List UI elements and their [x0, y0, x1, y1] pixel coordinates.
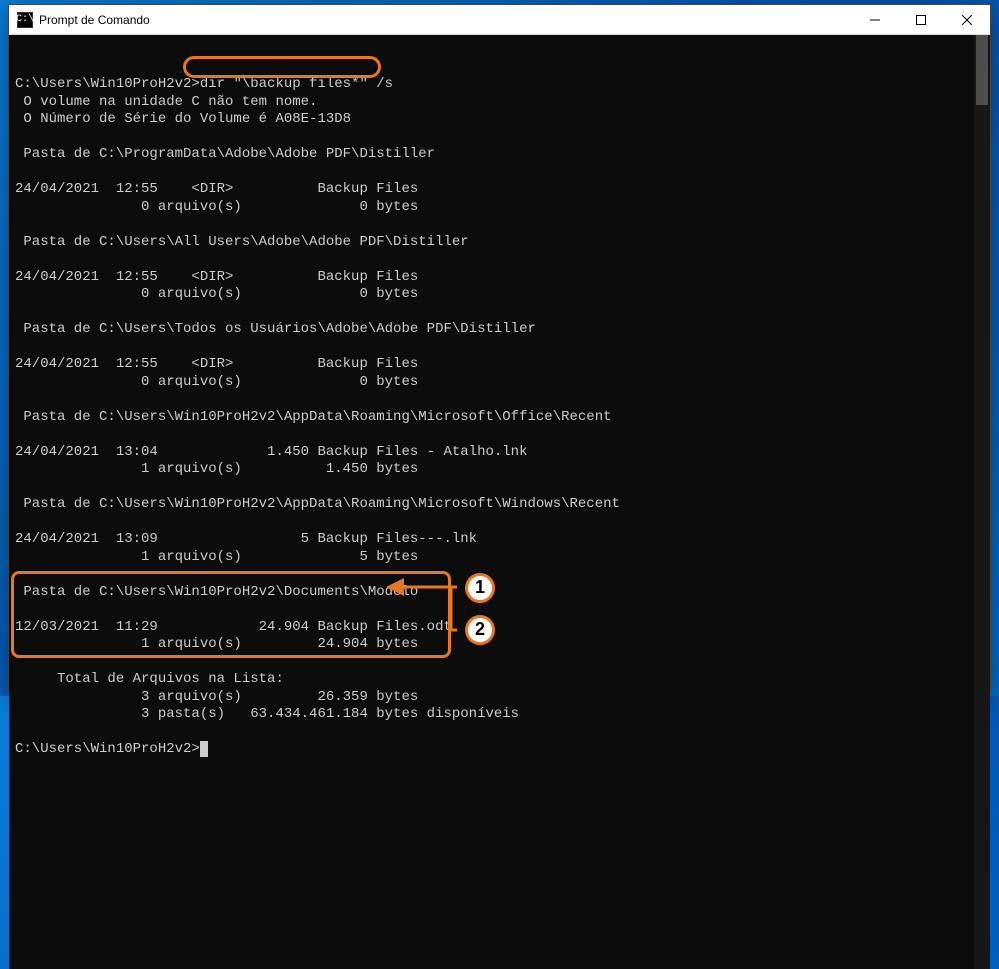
blank-line — [15, 426, 23, 442]
blank-line — [15, 566, 23, 582]
output-line: O Número de Série do Volume é A08E-13D8 — [15, 111, 351, 127]
terminal-area: C:\Users\Win10ProH2v2>dir "\backup files… — [9, 35, 990, 969]
blank-line — [15, 59, 23, 75]
terminal-output[interactable]: C:\Users\Win10ProH2v2>dir "\backup files… — [9, 35, 974, 969]
output-line: Pasta de C:\Users\Win10ProH2v2\AppData\R… — [15, 409, 612, 425]
output-line: 24/04/2021 12:55 <DIR> Backup Files — [15, 181, 418, 197]
output-line: 0 arquivo(s) 0 bytes — [15, 374, 418, 390]
blank-line — [15, 216, 23, 232]
blank-line — [15, 601, 23, 617]
blank-line — [15, 479, 23, 495]
window-title: Prompt de Comando — [39, 13, 150, 27]
blank-line — [15, 129, 23, 145]
close-button[interactable] — [944, 5, 990, 35]
output-line: 1 arquivo(s) 1.450 bytes — [15, 461, 418, 477]
output-line: Pasta de C:\Users\Win10ProH2v2\AppData\R… — [15, 496, 620, 512]
output-line: Pasta de C:\Users\All Users\Adobe\Adobe … — [15, 234, 469, 250]
close-icon — [962, 15, 972, 25]
blank-line — [15, 164, 23, 180]
output-line: O volume na unidade C não tem nome. — [15, 94, 317, 110]
output-line: 0 arquivo(s) 0 bytes — [15, 199, 418, 215]
output-line: 24/04/2021 13:04 1.450 Backup Files - At… — [15, 444, 527, 460]
output-line: 24/04/2021 13:09 5 Backup Files---.lnk — [15, 531, 477, 547]
typed-command: dir "\backup files*" /s — [200, 76, 393, 92]
output-line: 12/03/2021 11:29 24.904 Backup Files.odt — [15, 619, 452, 635]
minimize-button[interactable] — [852, 5, 898, 35]
output-line: 3 arquivo(s) 26.359 bytes — [15, 689, 418, 705]
blank-line — [15, 514, 23, 530]
prompt-line: C:\Users\Win10ProH2v2>dir "\backup files… — [15, 76, 393, 92]
scrollbar-thumb[interactable] — [976, 35, 988, 105]
cmd-window: C:\ Prompt de Comando C:\Users\Win10ProH… — [8, 4, 991, 692]
blank-line — [15, 251, 23, 267]
minimize-icon — [870, 15, 880, 25]
blank-line — [15, 724, 23, 740]
annotation-command-highlight — [183, 56, 381, 78]
blank-line — [15, 654, 23, 670]
blank-line — [15, 304, 23, 320]
output-line: Total de Arquivos na Lista: — [15, 671, 284, 687]
blank-line — [15, 391, 23, 407]
maximize-button[interactable] — [898, 5, 944, 35]
cmd-icon: C:\ — [17, 12, 33, 28]
output-line: 24/04/2021 12:55 <DIR> Backup Files — [15, 269, 418, 285]
output-line: 0 arquivo(s) 0 bytes — [15, 286, 418, 302]
vertical-scrollbar[interactable] — [974, 35, 990, 969]
prompt-path: C:\Users\Win10ProH2v2> — [15, 76, 200, 92]
annotation-callout-1: 1 — [465, 573, 495, 603]
output-line: 3 pasta(s) 63.434.461.184 bytes disponív… — [15, 706, 519, 722]
output-line: Pasta de C:\Users\Todos os Usuários\Adob… — [15, 321, 536, 337]
maximize-icon — [916, 15, 926, 25]
output-line: 1 arquivo(s) 24.904 bytes — [15, 636, 418, 652]
output-line: 24/04/2021 12:55 <DIR> Backup Files — [15, 356, 418, 372]
titlebar[interactable]: C:\ Prompt de Comando — [9, 5, 990, 35]
prompt-path: C:\Users\Win10ProH2v2> — [15, 741, 200, 757]
output-line: Pasta de C:\ProgramData\Adobe\Adobe PDF\… — [15, 146, 435, 162]
annotation-callout-2: 2 — [465, 615, 495, 645]
output-line: 1 arquivo(s) 5 bytes — [15, 549, 418, 565]
cursor — [200, 741, 208, 757]
blank-line — [15, 339, 23, 355]
prompt-line: C:\Users\Win10ProH2v2> — [15, 741, 208, 757]
output-line: Pasta de C:\Users\Win10ProH2v2\Documents… — [15, 584, 418, 600]
